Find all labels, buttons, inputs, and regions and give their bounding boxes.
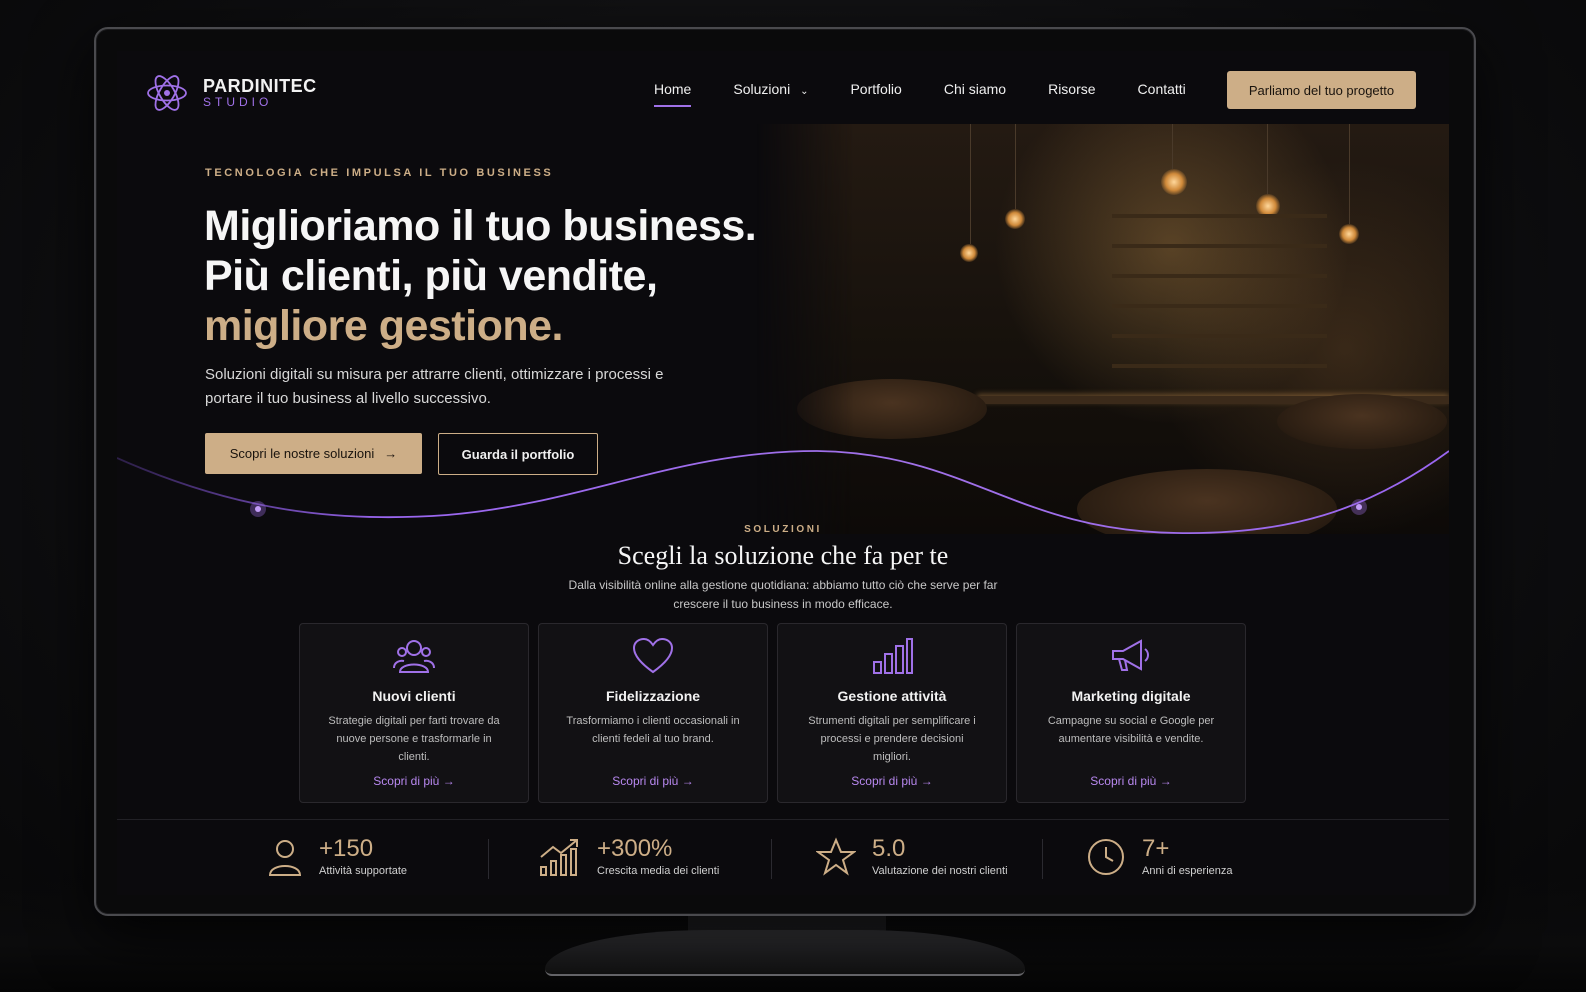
hero-subtitle: Soluzioni digitali su misura per attrarr… [205, 366, 664, 407]
stat-attivita: +150 Attività supportate [267, 835, 407, 879]
card-link[interactable]: Scopri di più → [1017, 774, 1245, 788]
solutions-subtitle: Dalla visibilità online alla gestione qu… [568, 578, 998, 611]
solution-cards: Nuovi clienti Strategie digitali per far… [299, 623, 1246, 803]
card-marketing-digitale[interactable]: Marketing digitale Campagne su social e … [1016, 623, 1246, 803]
card-link-label: Scopri di più [373, 774, 440, 788]
card-link[interactable]: Scopri di più → [300, 774, 528, 788]
nav-portfolio[interactable]: Portfolio [850, 81, 901, 97]
arrow-right-icon: → [1159, 774, 1172, 788]
card-nuovi-clienti[interactable]: Nuovi clienti Strategie digitali per far… [299, 623, 529, 803]
brand-logo[interactable]: PARDINITEC STUDIO [145, 71, 317, 115]
stat-separator [488, 839, 489, 879]
nav-home[interactable]: Home [654, 81, 692, 107]
website-screen: PARDINITEC STUDIO Home Soluzioni ⌄ Portf… [117, 51, 1449, 895]
stat-esperienza: 7+ Anni di esperienza [1086, 835, 1233, 879]
card-title: Nuovi clienti [372, 688, 456, 704]
star-icon [816, 837, 856, 876]
main-nav: Home Soluzioni ⌄ Portfolio Chi siamo Ris… [654, 81, 1228, 107]
solutions-title: Scegli la soluzione che fa per te [617, 541, 949, 570]
heart-icon [632, 637, 674, 674]
solutions-eyebrow: SOLUZIONI [744, 524, 822, 535]
card-link-label: Scopri di più [1090, 774, 1157, 788]
user-icon [268, 840, 302, 876]
card-link[interactable]: Scopri di più → [778, 774, 1006, 788]
stat-value: +150 [319, 835, 374, 862]
stat-valutazione: 5.0 Valutazione dei nostri clienti [816, 835, 1008, 879]
card-desc: Campagne su social e Google per aumentar… [1047, 715, 1215, 745]
nav-soluzioni[interactable]: Soluzioni ⌄ [733, 81, 808, 97]
stat-label: Anni di esperienza [1142, 865, 1233, 877]
stat-value: 7+ [1142, 835, 1170, 862]
arrow-right-icon: → [681, 774, 694, 788]
megaphone-icon [1112, 639, 1149, 671]
card-fidelizzazione[interactable]: Fidelizzazione Trasformiamo i clienti oc… [538, 623, 768, 803]
stat-label: Attività supportate [319, 865, 408, 877]
arrow-right-icon: → [920, 774, 933, 788]
hero-eyebrow: TECNOLOGIA CHE IMPULSA IL TUO BUSINESS [205, 167, 554, 179]
stat-label: Valutazione dei nostri clienti [872, 865, 1008, 877]
card-desc: Trasformiamo i clienti occasionali in cl… [566, 715, 740, 745]
stat-crescita: +300% Crescita media dei clienti [539, 835, 719, 879]
card-link[interactable]: Scopri di più → [539, 774, 767, 788]
project-cta-button[interactable]: Parliamo del tuo progetto [1227, 71, 1416, 109]
stats-divider [117, 819, 1449, 820]
brand-sub: STUDIO [203, 95, 273, 109]
users-icon [393, 640, 435, 673]
nav-soluzioni-label: Soluzioni [733, 81, 791, 97]
card-link-label: Scopri di più [612, 774, 679, 788]
brand-name: PARDINITEC [203, 76, 317, 96]
nav-contatti[interactable]: Contatti [1138, 81, 1186, 97]
hero-headline: Miglioriamo il tuo business. Più clienti… [204, 201, 757, 351]
card-desc: Strategie digitali per farti trovare da … [328, 715, 500, 763]
stat-value: +300% [597, 835, 673, 862]
nav-risorse[interactable]: Risorse [1048, 81, 1095, 97]
hero-line-1: Miglioriamo il tuo business. [204, 202, 757, 250]
arrow-right-icon: → [442, 774, 455, 788]
nav-chi-siamo[interactable]: Chi siamo [944, 81, 1006, 97]
hero-line-2: Più clienti, più vendite, [204, 252, 658, 300]
stat-separator [771, 839, 772, 879]
card-title: Gestione attività [837, 688, 947, 704]
stat-separator [1042, 839, 1043, 879]
bar-chart-icon [873, 638, 913, 674]
atom-logo-icon [147, 75, 187, 111]
card-link-label: Scopri di più [851, 774, 918, 788]
stats-bar: +150 Attività supportate +300% Crescita … [117, 821, 1449, 895]
card-title: Marketing digitale [1071, 688, 1191, 704]
growth-chart-icon [540, 839, 578, 876]
monitor-base [545, 930, 1025, 976]
card-title: Fidelizzazione [605, 688, 701, 704]
card-desc: Strumenti digitali per semplificare i pr… [808, 715, 976, 763]
chevron-down-icon: ⌄ [800, 86, 809, 97]
clock-icon [1088, 839, 1124, 875]
stat-label: Crescita media dei clienti [597, 865, 720, 877]
hero-line-3: migliore gestione. [204, 302, 563, 350]
card-gestione-attivita[interactable]: Gestione attività Strumenti digitali per… [777, 623, 1007, 803]
stat-value: 5.0 [872, 835, 906, 862]
